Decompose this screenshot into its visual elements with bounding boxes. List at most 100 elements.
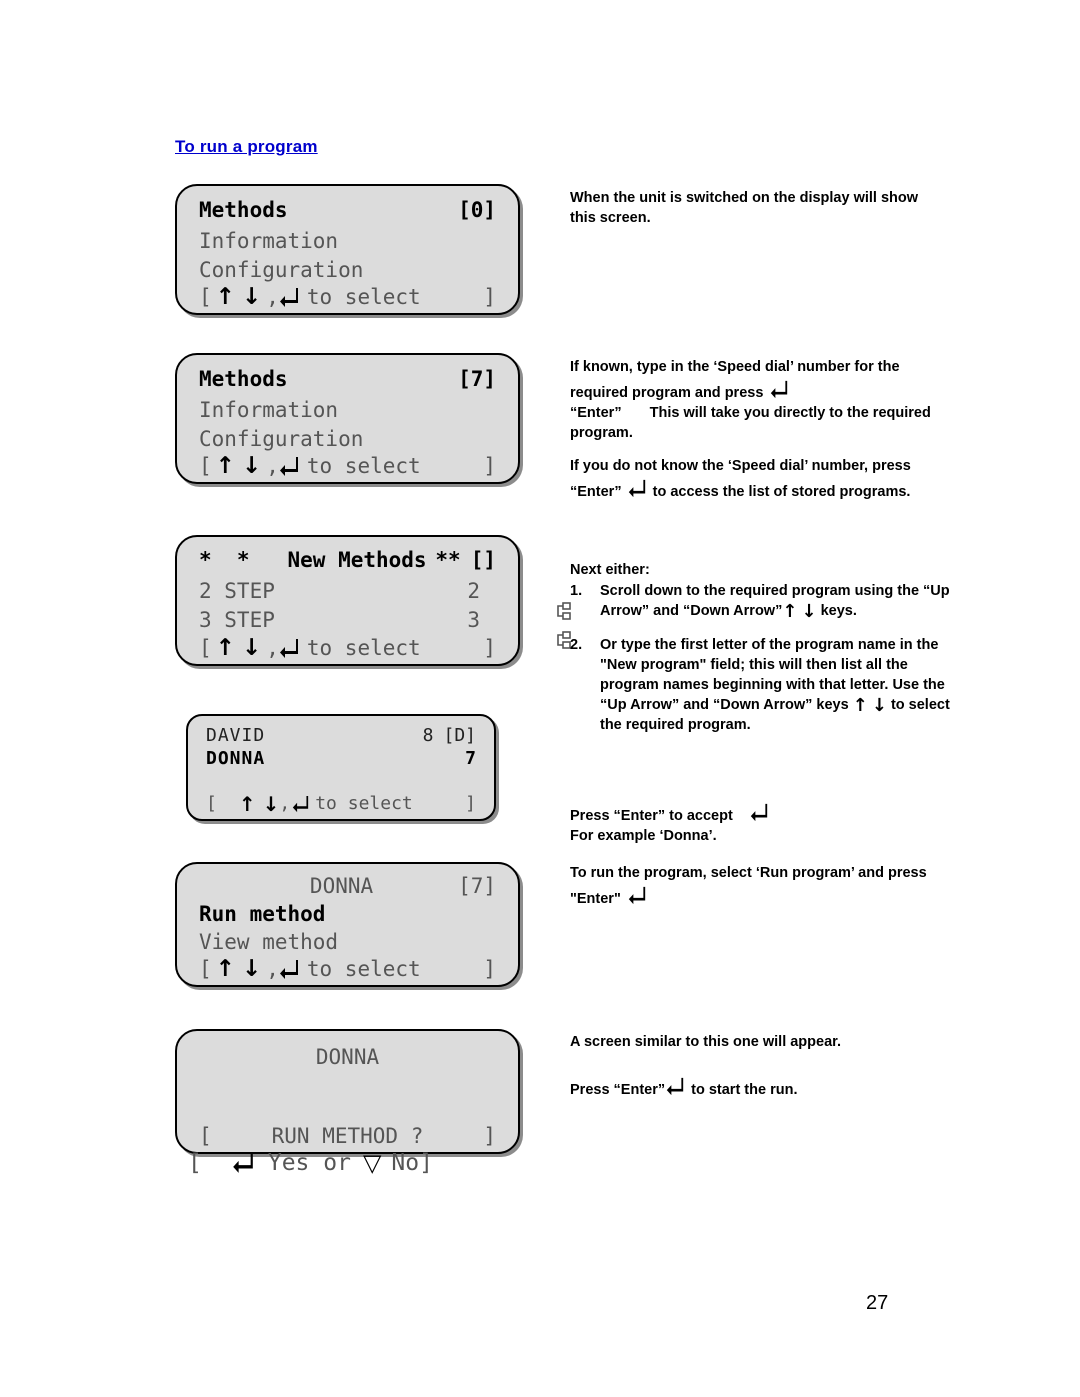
enter-key-icon [665,1077,687,1096]
note-accept: Press “Enter” to accept For example ‘Don… [570,800,950,846]
note-next-either: Next either: [570,560,960,580]
view-method-label: View method [199,930,339,954]
lcd-hint-line: [ ↑ ↓ , to select ] [177,454,518,478]
lcd-row-information[interactable]: Information [177,400,518,421]
hint-comma: , [266,636,279,660]
step-program-icon [480,581,571,620]
down-arrow-icon: ↓ [241,283,262,310]
lcd-title-label: Methods [199,198,288,222]
lcd-confirm-line: [ Yes or ▽ No ] [188,1150,508,1176]
hint-open-bracket: [ [199,285,212,309]
hint-comma: , [279,793,291,814]
hint-comma: , [266,454,279,478]
note-screen-appear: A screen similar to this one will appear… [570,1032,950,1052]
enter-key-icon [279,287,299,307]
note-startup: When the unit is switched on the display… [570,188,930,228]
lcd-row-information[interactable]: Information [177,231,518,252]
lcd-row-title: * * New Methods ** [] [177,550,518,571]
hint-open-bracket: [ [199,454,212,478]
donna-speeddial: 7 [465,748,476,769]
lcd-configuration-label: Configuration [199,258,364,282]
note-speeddial-known-a: If known, type in the ‘Speed dial’ numbe… [570,359,900,401]
note-run-a: To run the program, select ‘Run program’… [570,865,927,907]
list-item: 2. Or type the first letter of the progr… [570,635,962,735]
enter-key-icon [232,1151,254,1175]
donna-speeddial-value: [7] [458,874,496,898]
lcd-speeddial-value: [0] [458,198,496,222]
page-title[interactable]: To run a program [175,137,318,157]
note-accept-a: Press “Enter” to accept [570,808,733,824]
list-item-text: Scroll down to the required program usin… [600,581,962,621]
list-item-number: 1. [570,583,583,599]
confirm-open-bracket: [ [188,1150,202,1176]
lcd-screen-methods-0: Methods [0] Information Configuration [ … [175,184,520,315]
lcd-row-2-step[interactable]: 2 STEP 2 [177,579,571,620]
lcd-screen-new-methods: * * New Methods ** [] 2 STEP 2 3 STEP 3 [175,535,571,666]
hint-close-bracket: ] [465,793,476,814]
lcd-configuration-label: Configuration [199,427,364,451]
hint-open-bracket: [ [199,636,212,660]
hint-close-bracket: ] [483,285,496,309]
lcd-screen-donna-confirm: DONNA [ RUN METHOD ? ] [175,1029,520,1154]
donna-title-label: DONNA [309,874,374,898]
lcd-row-donna-title: DONNA [177,1047,518,1068]
confirm-close-bracket: ] [419,1150,433,1176]
lcd-screen-program-list: DAVID 8 [D] DONNA 7 [ ↑ ↓ , to select ] [186,714,496,821]
list-item: 1. Scroll down to the required program u… [570,581,962,621]
enter-key-icon [279,638,299,658]
step-2-value: 2 [467,579,480,603]
run-method-prompt: RUN METHOD ? [271,1124,424,1148]
hint-text: to select [306,957,421,981]
down-arrow-icon: ↓ [871,695,887,716]
lcd-speeddial-value: [] [470,548,496,572]
hint-open-bracket: [ [199,957,212,981]
lcd-row-title: Methods [7] [177,369,518,390]
up-arrow-icon: ↑ [782,601,798,622]
hint-text: to select [306,454,421,478]
item1-text-a: Scroll down to the required program usin… [600,583,950,619]
list-item-david[interactable]: DAVID 8 [D] [188,727,494,745]
instruction-list: 1. Scroll down to the required program u… [570,581,962,749]
enter-key-icon [279,959,299,979]
donna-label: DONNA [206,748,266,769]
enter-key-icon [279,456,299,476]
hint-close-bracket: ] [483,454,496,478]
lcd-row-configuration[interactable]: Configuration [177,260,518,281]
note-start-run: Press “Enter” to start the run. [570,1074,950,1100]
down-arrow-icon: ↓ [801,601,817,622]
down-arrow-icon: ↓ [241,452,262,479]
list-item-donna[interactable]: DONNA 7 [188,750,494,768]
lcd-row-donna-title: DONNA [7] [177,876,518,897]
hint-text: to select [306,285,421,309]
up-arrow-icon: ↑ [852,695,868,716]
lcd-hint-line: [ ↑ ↓ , to select ] [188,793,494,814]
down-arrow-icon: ↓ [241,955,262,982]
prompt-close-bracket: ] [483,1124,496,1148]
hint-text: to select [306,636,421,660]
down-arrow-icon: ↓ [262,791,280,816]
lcd-stars-right: ** [435,548,461,572]
step-3-value: 3 [467,608,480,632]
hint-text: to select [315,793,413,814]
enter-key-icon [749,803,771,822]
note-speed-dial-unknown: If you do not know the ‘Speed dial’ numb… [570,456,945,502]
lcd-speeddial-value: [7] [458,367,496,391]
david-label: DAVID [206,725,266,746]
lcd-row-configuration[interactable]: Configuration [177,429,518,450]
note-start-a: Press “Enter” [570,1082,666,1098]
note-speeddial-unknown-b: to access the list of stored programs. [652,484,911,500]
up-arrow-icon: ↑ [215,283,235,310]
step-3-label: 3 STEP [199,608,275,632]
lcd-row-3-step[interactable]: 3 STEP 3 [177,608,571,649]
hint-comma: , [266,957,279,981]
list-item-number: 2. [570,637,583,653]
note-enter-word: “Enter” [570,405,622,421]
lcd-hint-line: [ ↑ ↓ , to select ] [177,957,518,981]
lcd-row-title: Methods [0] [177,200,518,221]
item1-text-b: keys. [820,603,857,619]
lcd-row-run-method[interactable]: Run method [177,904,518,925]
run-method-label: Run method [199,902,326,926]
lcd-row-view-method[interactable]: View method [177,932,518,953]
note-speed-dial-known: If known, type in the ‘Speed dial’ numbe… [570,357,955,443]
hint-open-bracket: [ [206,793,217,814]
